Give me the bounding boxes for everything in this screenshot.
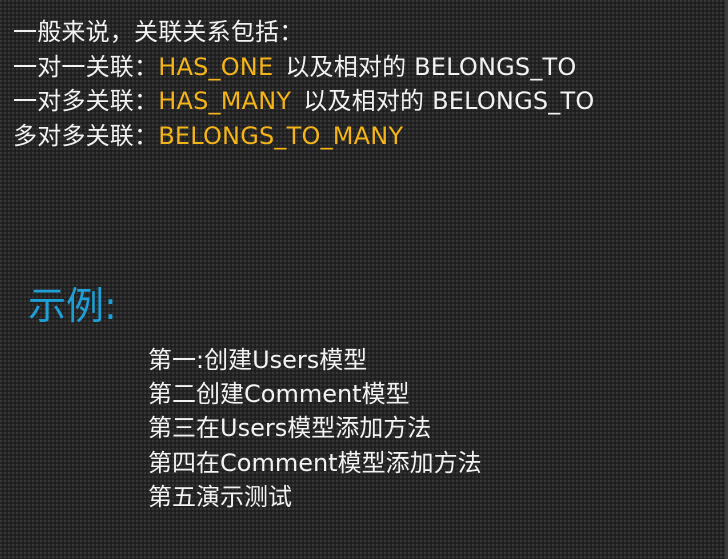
relation-prefix: 多对多关联： (13, 121, 159, 150)
example-steps: 第一:创建Users模型 第二创建Comment模型 第三在Users模型添加方… (148, 343, 482, 514)
relation-keyword: BELONGS_TO_MANY (158, 121, 404, 150)
slide: 一般来说，关联关系包括： 一对一关联：HAS_ONE 以及相对的 BELONGS_… (0, 0, 728, 559)
step-item: 第一:创建Users模型 (148, 346, 368, 374)
step-item: 第三在Users模型添加方法 (148, 414, 432, 443)
relation-line-one-to-one: 一对一关联：HAS_ONE 以及相对的 BELONGS_TO (13, 50, 594, 85)
relation-line-one-to-many: 一对多关联：HAS_MANY 以及相对的 BELONGS_TO (13, 84, 594, 119)
relation-suffix: 以及相对的 BELONGS_TO (285, 52, 577, 81)
relation-prefix: 一对一关联： (13, 52, 159, 81)
relation-prefix: 一对多关联： (13, 87, 159, 115)
relation-keyword: HAS_MANY (158, 87, 292, 115)
intro-heading: 一般来说，关联关系包括： (13, 18, 304, 46)
relation-keyword: HAS_ONE (158, 52, 274, 81)
step-item: 第五演示测试 (148, 482, 292, 511)
example-title: 示例: (28, 284, 117, 328)
relation-line-many-to-many: 多对多关联：BELONGS_TO_MANY (13, 119, 594, 154)
relations-intro: 一般来说，关联关系包括： 一对一关联：HAS_ONE 以及相对的 BELONGS_… (13, 15, 594, 153)
step-item: 第四在Comment模型添加方法 (148, 448, 482, 477)
relation-suffix: 以及相对的 BELONGS_TO (303, 87, 595, 115)
step-item: 第二创建Comment模型 (148, 380, 410, 409)
